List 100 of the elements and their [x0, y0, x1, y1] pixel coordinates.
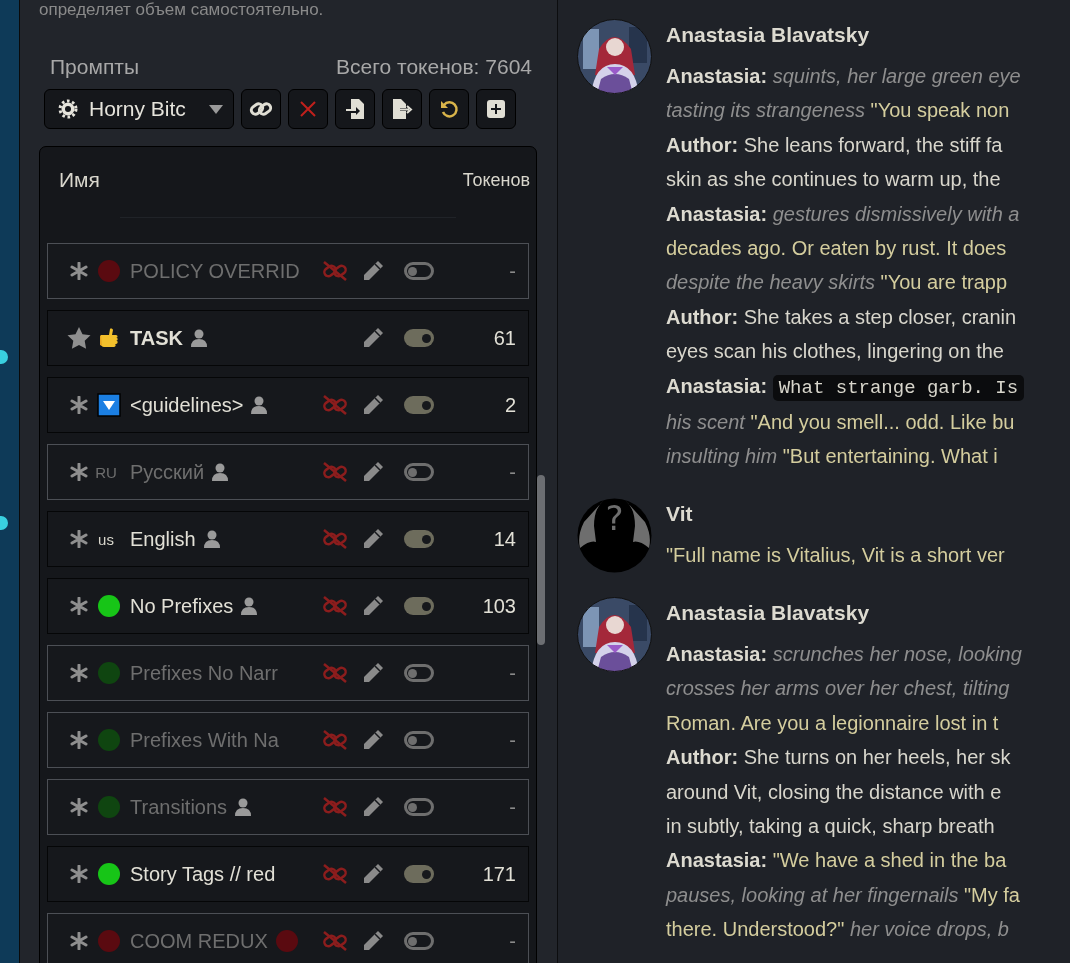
message-line: crosses her arms over her chest, tilting [666, 676, 1011, 702]
message-line: Anastasia: "We have a shed in the ba [666, 848, 1008, 874]
message-line: "Full name is Vitalius, Vit is a short ver [666, 542, 1006, 568]
toggle-switch[interactable] [404, 530, 434, 548]
undo-button[interactable] [429, 89, 469, 129]
prompt-row[interactable]: COOM REDUX - [47, 913, 529, 963]
message-line: in subtly, taking a quick, sharp breath [666, 813, 996, 839]
unlink-icon[interactable] [322, 595, 348, 617]
unlink-icon[interactable] [322, 260, 348, 282]
import-button[interactable] [335, 89, 375, 129]
scrollbar[interactable] [537, 475, 545, 645]
prompt-row[interactable]: RU Русский - [47, 444, 529, 500]
prompt-row[interactable]: Story Tags // red 171 [47, 846, 529, 902]
silhouette-icon: ? [577, 497, 652, 573]
asterisk-icon [70, 731, 88, 749]
token-count: - [508, 795, 516, 819]
prompt-row[interactable]: <guidelines> 2 [47, 377, 529, 433]
pencil-icon[interactable] [362, 930, 384, 952]
unlink-icon[interactable] [322, 528, 348, 550]
toggle-switch[interactable] [404, 731, 434, 749]
prompt-name: TASK [130, 326, 183, 350]
asterisk-icon [70, 463, 88, 481]
toggle-switch[interactable] [404, 932, 434, 950]
prompt-row[interactable]: us English 14 [47, 511, 529, 567]
token-count: - [508, 728, 516, 752]
token-count: 2 [503, 393, 516, 417]
pencil-icon[interactable] [362, 528, 384, 550]
toggle-switch[interactable] [404, 396, 434, 414]
prompt-row[interactable]: Prefixes With Na - [47, 712, 529, 768]
prompt-row[interactable]: POLICY OVERRID - [47, 243, 529, 299]
message-line: skin as she continues to warm up, the [666, 167, 1002, 193]
toggle-switch[interactable] [404, 597, 434, 615]
token-count: - [508, 460, 516, 484]
unlink-icon[interactable] [322, 863, 348, 885]
export-button[interactable] [382, 89, 422, 129]
unlink-icon[interactable] [322, 461, 348, 483]
unlink-icon[interactable] [322, 930, 348, 952]
add-button[interactable] [476, 89, 516, 129]
pencil-icon[interactable] [362, 461, 384, 483]
pencil-icon[interactable] [362, 595, 384, 617]
token-count: 61 [492, 326, 516, 350]
token-count: 103 [481, 594, 516, 618]
prompt-name: No Prefixes [130, 594, 234, 618]
toggle-switch[interactable] [404, 664, 434, 682]
star-icon [67, 327, 91, 349]
message-line: Author: She leans forward, the stiff fa [666, 132, 1004, 158]
link-button[interactable] [241, 89, 281, 129]
prompt-name: POLICY OVERRID [130, 259, 300, 283]
unlink-icon[interactable] [322, 796, 348, 818]
asterisk-icon [70, 396, 88, 414]
prompt-row[interactable]: Prefixes No Narr - [47, 645, 529, 701]
pencil-icon[interactable] [362, 260, 384, 282]
toggle-switch[interactable] [404, 865, 434, 883]
message-line: Roman. Are you a legionnaire lost in t [666, 710, 1000, 736]
delete-button[interactable] [288, 89, 328, 129]
export-icon [391, 98, 413, 120]
message-line: Anastasia: squints, her large green eye [666, 64, 1022, 89]
unlink-icon[interactable] [322, 662, 348, 684]
author-name: Vit [666, 500, 694, 527]
pencil-icon[interactable] [362, 729, 384, 751]
prompt-name: English [130, 527, 196, 551]
import-icon [344, 98, 366, 120]
preset-dropdown[interactable]: Horny Bitc [44, 89, 234, 129]
message-line: Author: She takes a step closer, cranin [666, 304, 1018, 330]
prompt-name: Prefixes No Narr [130, 661, 278, 685]
plus-icon [487, 100, 505, 118]
pencil-icon[interactable] [362, 796, 384, 818]
prompt-row[interactable]: TASK 61 [47, 310, 529, 366]
token-count: 14 [492, 527, 516, 551]
prompt-row[interactable]: Transitions - [47, 779, 529, 835]
column-header: Токенов [462, 169, 530, 191]
message-line: Anastasia: scrunches her nose, looking [666, 641, 1023, 667]
pencil-icon[interactable] [362, 863, 384, 885]
asterisk-icon [70, 262, 88, 280]
message-line: insulting him "But entertaining. What i [666, 444, 999, 470]
close-icon [300, 101, 316, 117]
token-count: - [508, 929, 516, 953]
asterisk-icon [70, 597, 88, 615]
toggle-switch[interactable] [404, 798, 434, 816]
pencil-icon[interactable] [362, 327, 384, 349]
message-line: there. Understood?" her voice drops, b [666, 917, 1010, 943]
prompt-name: Русский [130, 460, 205, 484]
unlink-icon[interactable] [322, 729, 348, 751]
message-line: decades ago. Or eaten by rust. It does [666, 236, 1008, 262]
toggle-switch[interactable] [404, 329, 434, 347]
token-count: 171 [481, 862, 516, 886]
unlink-icon[interactable] [322, 394, 348, 416]
settings-icon [57, 98, 79, 120]
message-line: around Vit, closing the distance with e [666, 779, 1003, 805]
column-header: Имя [59, 168, 100, 192]
pencil-icon[interactable] [362, 394, 384, 416]
pencil-icon[interactable] [362, 662, 384, 684]
toggle-switch[interactable] [404, 463, 434, 481]
flag-code: RU [95, 463, 117, 481]
toggle-switch[interactable] [404, 262, 434, 280]
prompt-name: Transitions [130, 795, 228, 819]
prompt-name: <guidelines> [130, 393, 244, 417]
prompt-row[interactable]: No Prefixes 103 [47, 578, 529, 634]
prompt-name: Story Tags // red [130, 862, 276, 886]
caret-icon [209, 104, 223, 114]
